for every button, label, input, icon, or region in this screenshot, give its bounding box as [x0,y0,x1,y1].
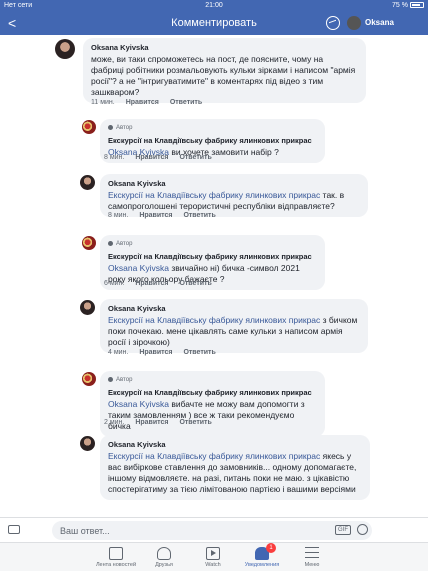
tab-watch[interactable]: Watch [187,543,239,571]
emoji-icon[interactable] [357,524,368,535]
tab-label: Меню [304,562,320,568]
reply-button[interactable]: Ответить [179,419,211,426]
comment-bubble: Oksana Kyivska може, ви таки спроможетес… [83,38,366,103]
comment-author[interactable]: Екскурсії на Клавдіївську фабрику ялинко… [108,251,317,262]
menu-icon [305,547,319,558]
comment-bubble: Oksana Kyivska Екскурсії на Клавдіївську… [100,299,368,353]
comment-time: 8 мин. [108,212,129,219]
like-button[interactable]: Нравится [135,280,168,287]
like-button[interactable]: Нравится [126,99,159,106]
battery-status: 75 % [392,0,424,11]
avatar[interactable] [347,16,361,30]
comment-author[interactable]: Oksana Kyivska [108,439,362,450]
comment-author[interactable]: Oksana Kyivska [108,303,360,314]
avatar[interactable] [80,300,95,315]
reply-button[interactable]: Ответить [183,212,215,219]
comment-actions: 4 мин. Нравится Ответить [108,349,225,356]
comment-thread: Oksana Kyivska може, ви таки спроможетес… [0,35,428,517]
tab-notifications[interactable]: 1 Уведомления [236,543,288,571]
mention-link[interactable]: Oksana Kyivska [108,399,171,409]
reply-button[interactable]: Ответить [170,99,202,106]
gif-button[interactable]: GIF [335,525,351,535]
status-bar: Нет сети 21:00 75 % [0,0,428,11]
avatar[interactable] [82,120,96,134]
like-button[interactable]: Нравится [139,212,172,219]
comment: Автор Екскурсії на Клавдіївську фабрику … [0,369,428,437]
comment-actions: 11 мин. Нравится Ответить [91,99,211,106]
battery-icon [410,2,424,9]
mention-link[interactable]: Екскурсії на Клавдіївську фабрику ялинко… [108,315,323,325]
avatar[interactable] [82,372,96,386]
mention-link[interactable]: Oksana Kyivska [108,263,171,273]
comment-actions: 2 мин. Нравится Ответить [104,419,221,426]
comment-bubble: Oksana Kyivska Екскурсії на Клавдіївську… [100,435,370,500]
comment: Автор Екскурсії на Клавдіївську фабрику … [0,233,428,293]
avatar[interactable] [80,436,95,451]
comment-author[interactable]: Oksana Kyivska [91,42,358,53]
avatar[interactable] [80,175,95,190]
comment-actions: 8 мин. Нравится Ответить [104,154,221,161]
comment: Oksana Kyivska Екскурсії на Клавдіївську… [0,297,428,365]
author-badge: Автор [108,239,317,250]
notification-badge: 1 [266,543,276,553]
friends-icon [157,547,171,560]
avatar[interactable] [82,236,96,250]
reply-field[interactable]: GIF [52,521,372,540]
news-feed-icon [109,547,123,560]
comment-author[interactable]: Екскурсії на Клавдіївську фабрику ялинко… [108,135,317,146]
tab-news-feed[interactable]: Лента новостей [90,543,142,571]
comment: Автор Екскурсії на Клавдіївську фабрику … [0,117,428,169]
comment: Oksana Kyivska може, ви таки спроможетес… [0,35,428,113]
comment: Oksana Kyivska Екскурсії на Клавдіївську… [0,433,428,517]
comment-author[interactable]: Oksana Kyivska [108,178,360,189]
watch-icon [206,547,220,560]
camera-icon[interactable] [8,525,20,534]
tab-menu[interactable]: Меню [286,543,338,571]
comment-bubble: Автор Екскурсії на Клавдіївську фабрику … [100,371,325,437]
avatar[interactable] [55,39,75,59]
mention-link[interactable]: Екскурсії на Клавдіївську фабрику ялинко… [108,190,323,200]
comment-author[interactable]: Екскурсії на Клавдіївську фабрику ялинко… [108,387,317,398]
author-badge: Автор [108,375,317,386]
mention-link[interactable]: Екскурсії на Клавдіївську фабрику ялинко… [108,451,323,461]
comment-time: 6 мин. [104,280,125,287]
tab-label: Лента новостей [95,562,137,568]
tab-label: Друзья [155,562,173,568]
comment-time: 2 мин. [104,419,125,426]
messenger-icon[interactable] [326,16,340,30]
like-button[interactable]: Нравится [135,419,168,426]
like-button[interactable]: Нравится [135,154,168,161]
battery-percent: 75 % [392,2,408,9]
tab-friends[interactable]: Друзья [138,543,190,571]
page-title: Комментировать [171,17,257,29]
comment-actions: 8 мин. Нравится Ответить [108,212,225,219]
comment-actions: 6 мин. Нравится Ответить [104,280,221,287]
reply-input[interactable] [60,523,320,538]
like-button[interactable]: Нравится [139,349,172,356]
comment-bubble: Oksana Kyivska Екскурсії на Клавдіївську… [100,174,368,217]
reply-button[interactable]: Ответить [183,349,215,356]
reply-button[interactable]: Ответить [179,154,211,161]
author-badge: Автор [108,123,317,134]
nav-bar: < Комментировать Oksana [0,11,428,35]
tab-label: Уведомления [244,562,280,568]
comment: Oksana Kyivska Екскурсії на Клавдіївську… [0,173,428,229]
reply-composer: GIF [0,517,428,542]
clock: 21:00 [205,2,223,9]
tab-bar: Лента новостей Друзья Watch 1 Уведомлени… [0,542,428,571]
tab-label: Watch [205,562,221,568]
comment-time: 11 мин. [91,99,115,106]
user-name[interactable]: Oksana [365,11,394,35]
comment-time: 8 мин. [104,154,125,161]
reply-button[interactable]: Ответить [179,280,211,287]
comment-text: може, ви таки спроможетесь на пост, де п… [91,54,356,97]
comment-time: 4 мин. [108,349,129,356]
